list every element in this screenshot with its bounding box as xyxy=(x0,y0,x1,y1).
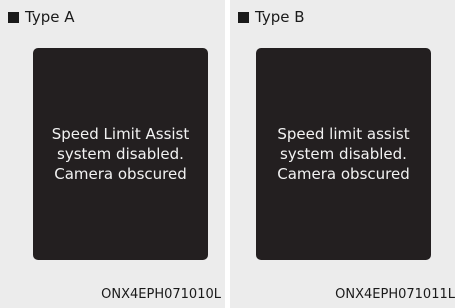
warning-message: Speed limit assist system disabled. Came… xyxy=(256,124,431,184)
message-line: system disabled. xyxy=(280,145,407,163)
warning-message: Speed Limit Assist system disabled. Came… xyxy=(33,124,208,184)
type-label: Type A xyxy=(25,8,75,26)
message-line: Speed Limit Assist xyxy=(51,125,190,143)
panel-type-a: Type A Speed Limit Assist system disable… xyxy=(0,0,225,308)
message-line: Camera obscured xyxy=(54,165,187,183)
square-bullet-icon xyxy=(238,11,249,23)
panel-header: Type B xyxy=(238,6,305,28)
panel-type-b: Type B Speed limit assist system disable… xyxy=(230,0,455,308)
image-code: ONX4EPH071011L xyxy=(335,287,455,302)
message-line: system disabled. xyxy=(57,145,184,163)
panel-header: Type A xyxy=(8,6,74,28)
cluster-display: Speed Limit Assist system disabled. Came… xyxy=(33,48,208,260)
cluster-display: Speed limit assist system disabled. Came… xyxy=(256,48,431,260)
type-label: Type B xyxy=(255,8,305,26)
message-line: Speed limit assist xyxy=(277,125,410,143)
square-bullet-icon xyxy=(8,11,19,23)
image-code: ONX4EPH071010L xyxy=(101,287,221,302)
message-line: Camera obscured xyxy=(277,165,410,183)
